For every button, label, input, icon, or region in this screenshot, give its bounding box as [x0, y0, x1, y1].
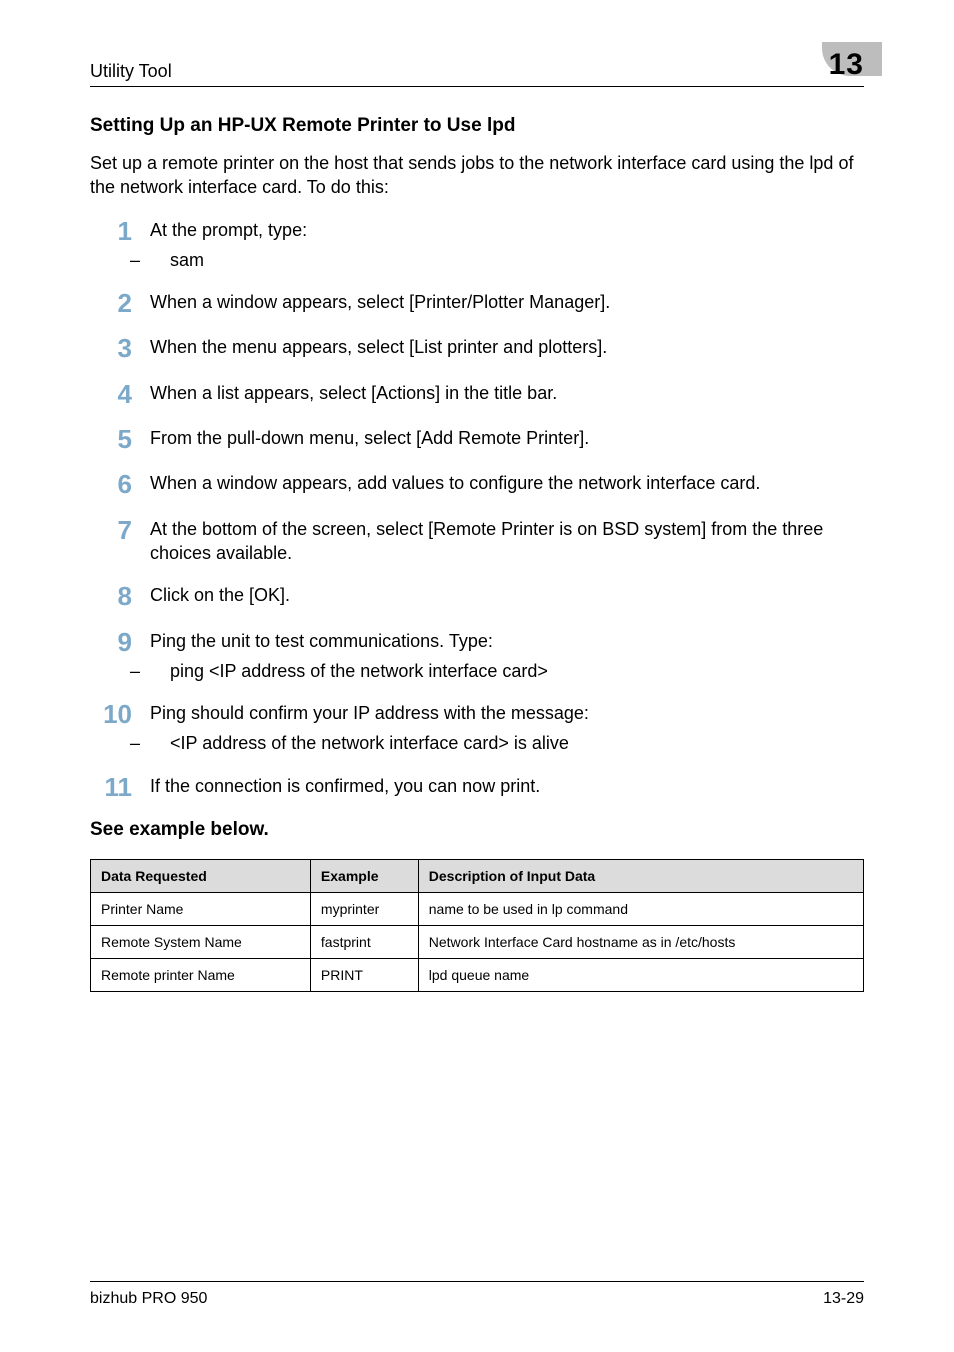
- table-row: Remote printer NamePRINTlpd queue name: [91, 959, 864, 992]
- step-body: When a window appears, select [Printer/P…: [150, 290, 864, 317]
- step-body: Click on the [OK].: [150, 583, 864, 610]
- table-header: Example: [310, 860, 418, 893]
- step-body: At the prompt, type: sam: [150, 218, 864, 273]
- step-item: 7 At the bottom of the screen, select [Re…: [90, 517, 864, 566]
- step-number: 8: [90, 583, 132, 610]
- step-body: When a list appears, select [Actions] in…: [150, 381, 864, 408]
- step-item: 8 Click on the [OK].: [90, 583, 864, 610]
- step-number: 4: [90, 381, 132, 408]
- step-number: 10: [90, 701, 132, 756]
- table-cell: Printer Name: [91, 893, 311, 926]
- example-table: Data Requested Example Description of In…: [90, 859, 864, 992]
- table-cell: myprinter: [310, 893, 418, 926]
- step-subitem: ping <IP address of the network interfac…: [150, 659, 864, 683]
- step-body: At the bottom of the screen, select [Rem…: [150, 517, 864, 566]
- step-body: Ping the unit to test communications. Ty…: [150, 629, 864, 684]
- table-cell: Network Interface Card hostname as in /e…: [418, 926, 863, 959]
- step-text: If the connection is confirmed, you can …: [150, 774, 864, 798]
- step-item: 2 When a window appears, select [Printer/…: [90, 290, 864, 317]
- step-item: 9 Ping the unit to test communications. T…: [90, 629, 864, 684]
- page-header: Utility Tool 13: [90, 48, 864, 87]
- section-title: Utility Tool: [90, 61, 172, 82]
- chapter-number: 13: [829, 48, 864, 82]
- table-cell: name to be used in lp command: [418, 893, 863, 926]
- step-body: If the connection is confirmed, you can …: [150, 774, 864, 801]
- table-header: Description of Input Data: [418, 860, 863, 893]
- footer-page-number: 13-29: [823, 1290, 864, 1308]
- table-cell: lpd queue name: [418, 959, 863, 992]
- subheading: Setting Up an HP-UX Remote Printer to Us…: [90, 115, 864, 137]
- step-text: When a window appears, add values to con…: [150, 471, 864, 495]
- step-item: 3 When the menu appears, select [List pri…: [90, 335, 864, 362]
- step-subitem: <IP address of the network interface car…: [150, 731, 864, 755]
- step-text: When a list appears, select [Actions] in…: [150, 381, 864, 405]
- step-text: Click on the [OK].: [150, 583, 864, 607]
- step-subitem: sam: [150, 248, 864, 272]
- table-header: Data Requested: [91, 860, 311, 893]
- step-number: 3: [90, 335, 132, 362]
- intro-paragraph: Set up a remote printer on the host that…: [90, 151, 864, 200]
- step-number: 7: [90, 517, 132, 566]
- table-row: Printer Namemyprintername to be used in …: [91, 893, 864, 926]
- step-text: Ping the unit to test communications. Ty…: [150, 629, 864, 653]
- step-number: 2: [90, 290, 132, 317]
- step-text: Ping should confirm your IP address with…: [150, 701, 864, 725]
- step-item: 4 When a list appears, select [Actions] i…: [90, 381, 864, 408]
- step-body: From the pull-down menu, select [Add Rem…: [150, 426, 864, 453]
- step-number: 9: [90, 629, 132, 684]
- table-cell: fastprint: [310, 926, 418, 959]
- steps-list: 1 At the prompt, type: sam 2 When a window a…: [90, 218, 864, 801]
- step-body: When the menu appears, select [List prin…: [150, 335, 864, 362]
- table-cell: Remote System Name: [91, 926, 311, 959]
- table-cell: Remote printer Name: [91, 959, 311, 992]
- table-cell: PRINT: [310, 959, 418, 992]
- step-item: 1 At the prompt, type: sam: [90, 218, 864, 273]
- step-text: From the pull-down menu, select [Add Rem…: [150, 426, 864, 450]
- step-text: When a window appears, select [Printer/P…: [150, 290, 864, 314]
- step-item: 6 When a window appears, add values to co…: [90, 471, 864, 498]
- table-row: Remote System NamefastprintNetwork Inter…: [91, 926, 864, 959]
- step-number: 5: [90, 426, 132, 453]
- step-body: When a window appears, add values to con…: [150, 471, 864, 498]
- step-number: 11: [90, 774, 132, 801]
- step-item: 11 If the connection is confirmed, you ca…: [90, 774, 864, 801]
- step-text: At the bottom of the screen, select [Rem…: [150, 517, 864, 566]
- step-text: When the menu appears, select [List prin…: [150, 335, 864, 359]
- see-example-heading: See example below.: [90, 819, 864, 841]
- step-item: 10 Ping should confirm your IP address wi…: [90, 701, 864, 756]
- step-number: 1: [90, 218, 132, 273]
- step-body: Ping should confirm your IP address with…: [150, 701, 864, 756]
- page-footer: bizhub PRO 950 13-29: [90, 1281, 864, 1308]
- step-text: At the prompt, type:: [150, 218, 864, 242]
- step-number: 6: [90, 471, 132, 498]
- footer-product: bizhub PRO 950: [90, 1290, 207, 1308]
- chapter-badge: 13: [829, 48, 864, 82]
- step-item: 5 From the pull-down menu, select [Add Re…: [90, 426, 864, 453]
